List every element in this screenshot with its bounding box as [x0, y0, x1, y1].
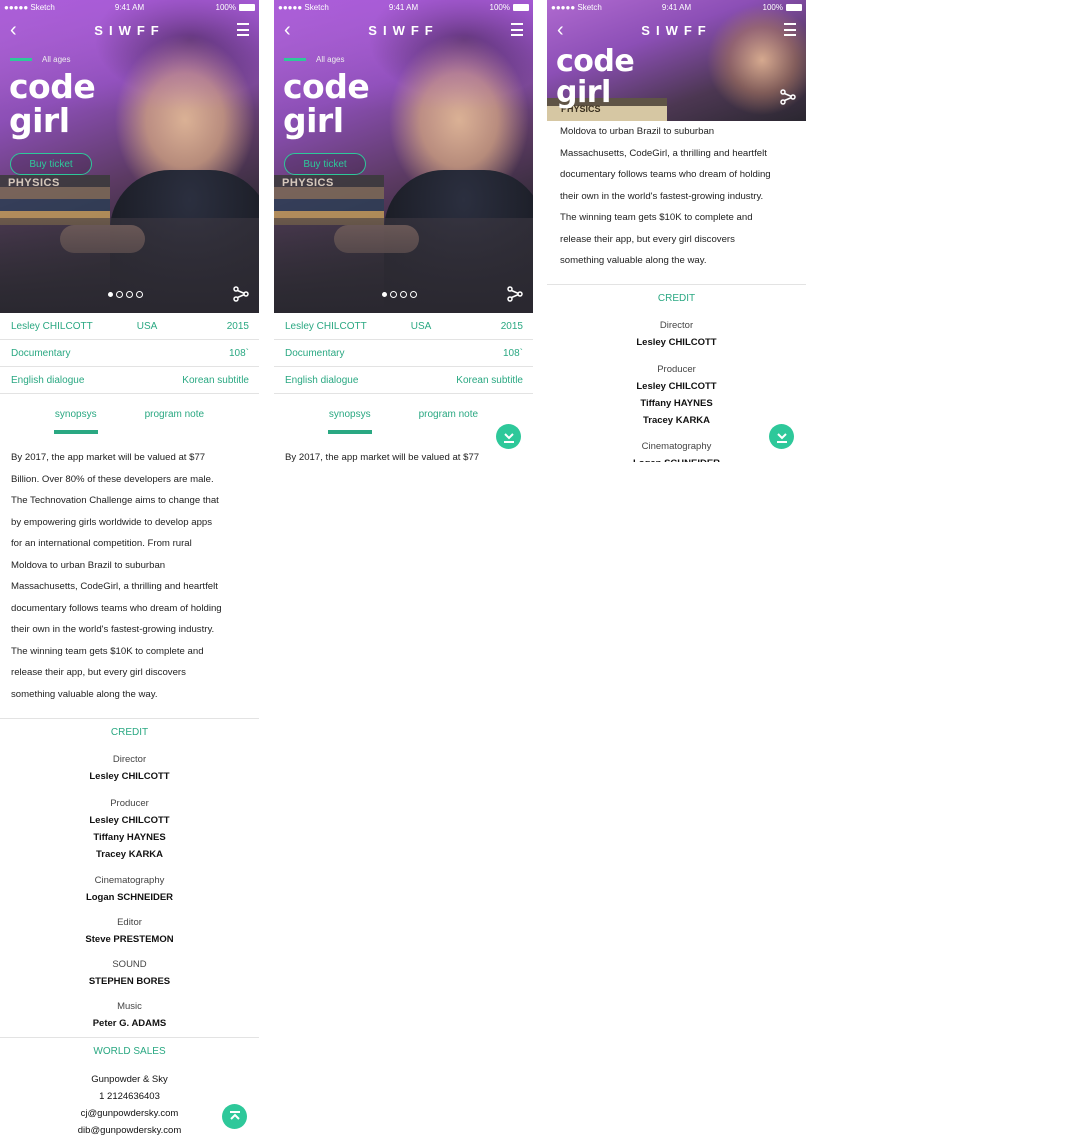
back-arrow-icon[interactable]: ‹	[10, 20, 17, 40]
scroll-down-icon[interactable]	[496, 424, 521, 449]
credit-list: Director Lesley CHILCOTT Producer Lesley…	[85, 754, 174, 1029]
nav-bar: ‹ SIWFF	[0, 18, 259, 42]
year: 2015	[500, 320, 523, 332]
runtime: 108`	[228, 347, 249, 359]
synopsis-text: Moldova to urban Brazil to suburban Massa…	[560, 126, 771, 266]
country: USA	[136, 320, 158, 332]
subtitle-language: Korean subtitle	[182, 374, 249, 386]
carousel-dot[interactable]	[410, 291, 417, 298]
credit-title: CREDIT	[657, 292, 696, 304]
credit-title: CREDIT	[110, 727, 149, 738]
buy-ticket-button[interactable]: Buy ticket	[10, 153, 92, 175]
tab-program-note[interactable]: program note	[145, 409, 204, 435]
director-name[interactable]: Lesley CHILCOTT	[11, 321, 137, 332]
status-bar: ●●●●● Sketch 9:41 AM 100%	[274, 0, 533, 14]
world-sales-title: WORLD SALES	[93, 1046, 166, 1057]
screen-full-detail: PHYSICS ●●●●● Sketch 9:41 AM 100% ‹ SIWF…	[0, 0, 259, 1148]
country: USA	[410, 320, 432, 332]
hero-image: PHYSICS ●●●●● Sketch 9:41 AM 100% ‹ SIWF…	[0, 0, 259, 313]
genre: Documentary	[11, 347, 71, 359]
app-logo[interactable]: SIWFF	[641, 23, 711, 38]
rating-bar	[10, 58, 32, 61]
screen-initial: PHYSICS ●●●●● Sketch 9:41 AM 100% ‹ SIWF…	[274, 0, 533, 462]
clock: 9:41 AM	[114, 2, 145, 12]
menu-icon[interactable]	[784, 23, 796, 36]
year: 2015	[226, 320, 249, 332]
carousel-dots[interactable]	[382, 291, 417, 298]
dialogue-language: English dialogue	[285, 374, 359, 386]
app-logo[interactable]: SIWFF	[94, 23, 164, 38]
synopsis-text: By 2017, the app market will be valued a…	[285, 452, 480, 462]
content-tabs: synopsys program note	[0, 394, 259, 446]
nav-bar: ‹ SIWFF	[547, 18, 806, 42]
app-logo[interactable]: SIWFF	[368, 23, 438, 38]
back-arrow-icon[interactable]: ‹	[557, 20, 564, 40]
film-title: code girl	[283, 67, 370, 140]
runtime: 108`	[502, 347, 523, 359]
tab-program-note[interactable]: program note	[419, 409, 478, 435]
film-title: code girl	[9, 67, 96, 140]
divider	[547, 283, 806, 285]
carousel-dot-active[interactable]	[382, 292, 387, 297]
info-row-meta: Lesley CHILCOTT USA 2015	[0, 313, 259, 340]
hero-image: PHYSICS ●●●●● Sketch 9:41 AM 100% ‹ SIWF…	[274, 0, 533, 313]
director-name[interactable]: Lesley CHILCOTT	[285, 321, 411, 332]
rating-bar	[284, 58, 306, 61]
scroll-top-icon[interactable]	[222, 1104, 247, 1129]
share-icon[interactable]	[780, 89, 796, 105]
share-icon[interactable]	[507, 286, 523, 302]
clock: 9:41 AM	[661, 2, 692, 12]
film-title: code girl	[556, 44, 635, 110]
carousel-dot[interactable]	[116, 291, 123, 298]
hero-desk	[274, 218, 533, 313]
buy-ticket-button[interactable]: Buy ticket	[284, 153, 366, 175]
tab-synopsis[interactable]: synopsys	[53, 409, 98, 435]
hero-desk	[0, 218, 259, 313]
status-bar: ●●●●● Sketch 9:41 AM 100%	[0, 0, 259, 14]
age-rating: All ages	[284, 55, 344, 64]
credit-list: Director Lesley CHILCOTT Producer Lesley…	[633, 319, 720, 463]
share-icon[interactable]	[233, 286, 249, 302]
carousel-dot[interactable]	[400, 291, 407, 298]
hero-image-compact: PHYSICS ●●●●● Sketch 9:41 AM 100% ‹ SIWF…	[547, 0, 806, 121]
info-row-language: English dialogue Korean subtitle	[274, 367, 533, 394]
info-row-language: English dialogue Korean subtitle	[0, 367, 259, 394]
menu-icon[interactable]	[237, 23, 249, 36]
menu-icon[interactable]	[511, 23, 523, 36]
carousel-dot[interactable]	[390, 291, 397, 298]
world-sales-list: Gunpowder & Sky 1 2124636403 cj@gunpowde…	[77, 1074, 182, 1136]
tab-synopsis[interactable]: synopsys	[327, 409, 372, 435]
subtitle-language: Korean subtitle	[456, 374, 523, 386]
divider	[0, 718, 259, 719]
status-bar: ●●●●● Sketch 9:41 AM 100%	[547, 0, 806, 14]
nav-bar: ‹ SIWFF	[274, 18, 533, 42]
screen-scrolled: PHYSICS ●●●●● Sketch 9:41 AM 100% ‹ SIWF…	[547, 0, 806, 462]
synopsis-text: By 2017, the app market will be valued a…	[11, 452, 222, 700]
info-row-genre: Documentary 108`	[274, 340, 533, 367]
info-row-genre: Documentary 108`	[0, 340, 259, 367]
carousel-dot-active[interactable]	[108, 292, 113, 297]
clock: 9:41 AM	[388, 2, 419, 12]
back-arrow-icon[interactable]: ‹	[284, 20, 291, 40]
age-rating: All ages	[10, 55, 70, 64]
dialogue-language: English dialogue	[11, 374, 85, 386]
content-tabs: synopsys program note	[274, 394, 533, 446]
scroll-down-icon[interactable]	[769, 424, 794, 449]
carousel-dots[interactable]	[108, 291, 143, 298]
carousel-dot[interactable]	[126, 291, 133, 298]
carousel-dot[interactable]	[136, 291, 143, 298]
divider	[0, 1037, 259, 1038]
info-row-meta: Lesley CHILCOTT USA 2015	[274, 313, 533, 340]
genre: Documentary	[285, 347, 345, 359]
